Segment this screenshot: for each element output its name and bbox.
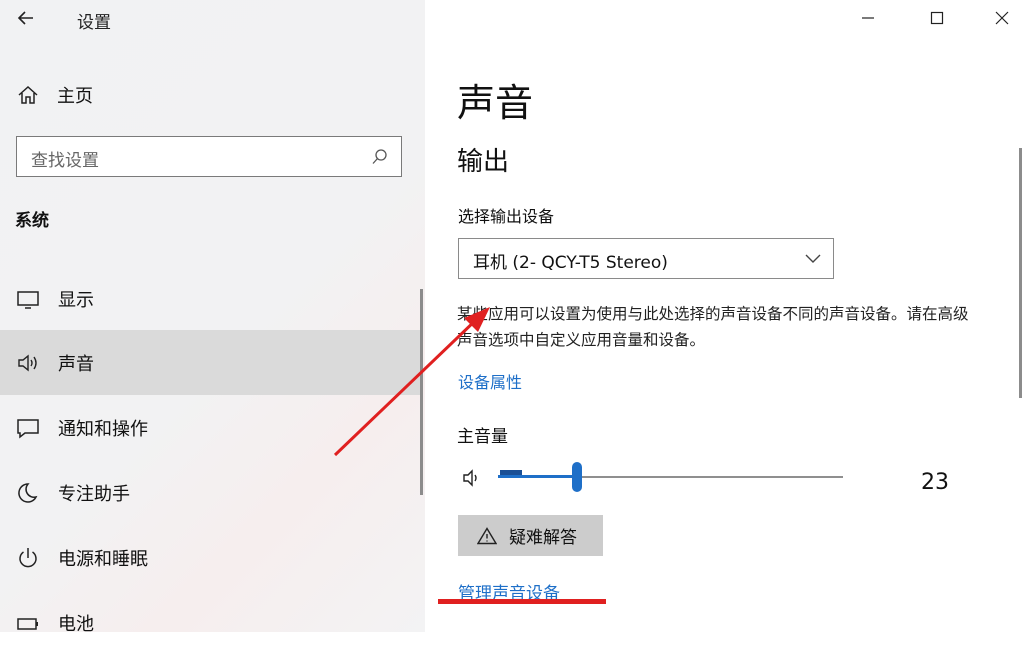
troubleshoot-button[interactable]: 疑难解答 xyxy=(458,515,603,556)
volume-value: 23 xyxy=(921,470,949,495)
annotation-underline xyxy=(438,599,606,604)
output-device-dropdown[interactable]: 耳机 (2- QCY-T5 Stereo) xyxy=(458,238,834,279)
power-icon xyxy=(19,547,37,567)
page-title: 声音 xyxy=(457,81,534,125)
select-output-label: 选择输出设备 xyxy=(458,207,555,226)
home-icon xyxy=(18,85,38,104)
main-scrollbar[interactable] xyxy=(1019,148,1022,398)
volume-slider-thumb[interactable] xyxy=(572,462,583,492)
monitor-icon xyxy=(17,290,39,309)
sidebar-item-focus-assist[interactable]: 专注助手 xyxy=(0,460,420,525)
title-bar: 设置 xyxy=(0,0,425,38)
search-input[interactable]: 查找设置 xyxy=(16,136,402,177)
notification-icon xyxy=(17,418,39,439)
sidebar-item-label: 专注助手 xyxy=(58,483,130,505)
maximize-button[interactable] xyxy=(912,0,962,36)
sidebar-item-notifications[interactable]: 通知和操作 xyxy=(0,395,420,460)
search-placeholder: 查找设置 xyxy=(31,151,99,171)
sidebar: 设置 主页 查找设置 系统 显示 声音 通知和操作 专注助手 电源和睡眠 电池 xyxy=(0,0,425,635)
sidebar-item-sound[interactable]: 声音 xyxy=(0,330,420,395)
sidebar-item-display[interactable]: 显示 xyxy=(0,266,420,331)
search-icon xyxy=(372,149,387,164)
volume-speaker-icon[interactable] xyxy=(461,467,483,489)
device-properties-link[interactable]: 设备属性 xyxy=(458,369,522,393)
close-icon xyxy=(995,11,1009,25)
volume-slider-fill-mark xyxy=(500,470,522,475)
speaker-icon xyxy=(18,354,37,371)
warning-icon xyxy=(477,526,497,544)
master-volume-label: 主音量 xyxy=(457,427,508,447)
chevron-down-icon xyxy=(805,254,821,263)
section-heading-system: 系统 xyxy=(15,211,49,231)
close-button[interactable] xyxy=(977,0,1024,36)
output-description: 某些应用可以设置为使用与此处选择的声音设备不同的声音设备。请在高级声音选项中自定… xyxy=(457,305,969,349)
minimize-button[interactable] xyxy=(843,0,893,36)
back-arrow-icon[interactable] xyxy=(14,6,38,30)
sidebar-item-label: 电源和睡眠 xyxy=(58,548,148,570)
sidebar-item-label: 声音 xyxy=(58,353,94,375)
output-device-value: 耳机 (2- QCY-T5 Stereo) xyxy=(473,253,668,273)
volume-slider-fill xyxy=(498,475,578,478)
moon-icon xyxy=(18,482,38,503)
main-content: 声音 输出 选择输出设备 耳机 (2- QCY-T5 Stereo) 某些应用可… xyxy=(425,0,1024,632)
sidebar-item-label: 显示 xyxy=(58,289,94,311)
app-title: 设置 xyxy=(77,13,111,33)
troubleshoot-label: 疑难解答 xyxy=(509,528,577,548)
maximize-icon xyxy=(930,11,944,25)
sidebar-scrollbar[interactable] xyxy=(420,289,423,495)
minimize-icon xyxy=(862,17,874,19)
sidebar-item-battery[interactable]: 电池 xyxy=(0,590,420,655)
sidebar-item-power-sleep[interactable]: 电源和睡眠 xyxy=(0,525,420,590)
sidebar-item-home[interactable]: 主页 xyxy=(15,80,93,110)
home-label: 主页 xyxy=(57,86,93,107)
sidebar-item-label: 通知和操作 xyxy=(58,418,148,440)
output-heading: 输出 xyxy=(457,147,510,177)
